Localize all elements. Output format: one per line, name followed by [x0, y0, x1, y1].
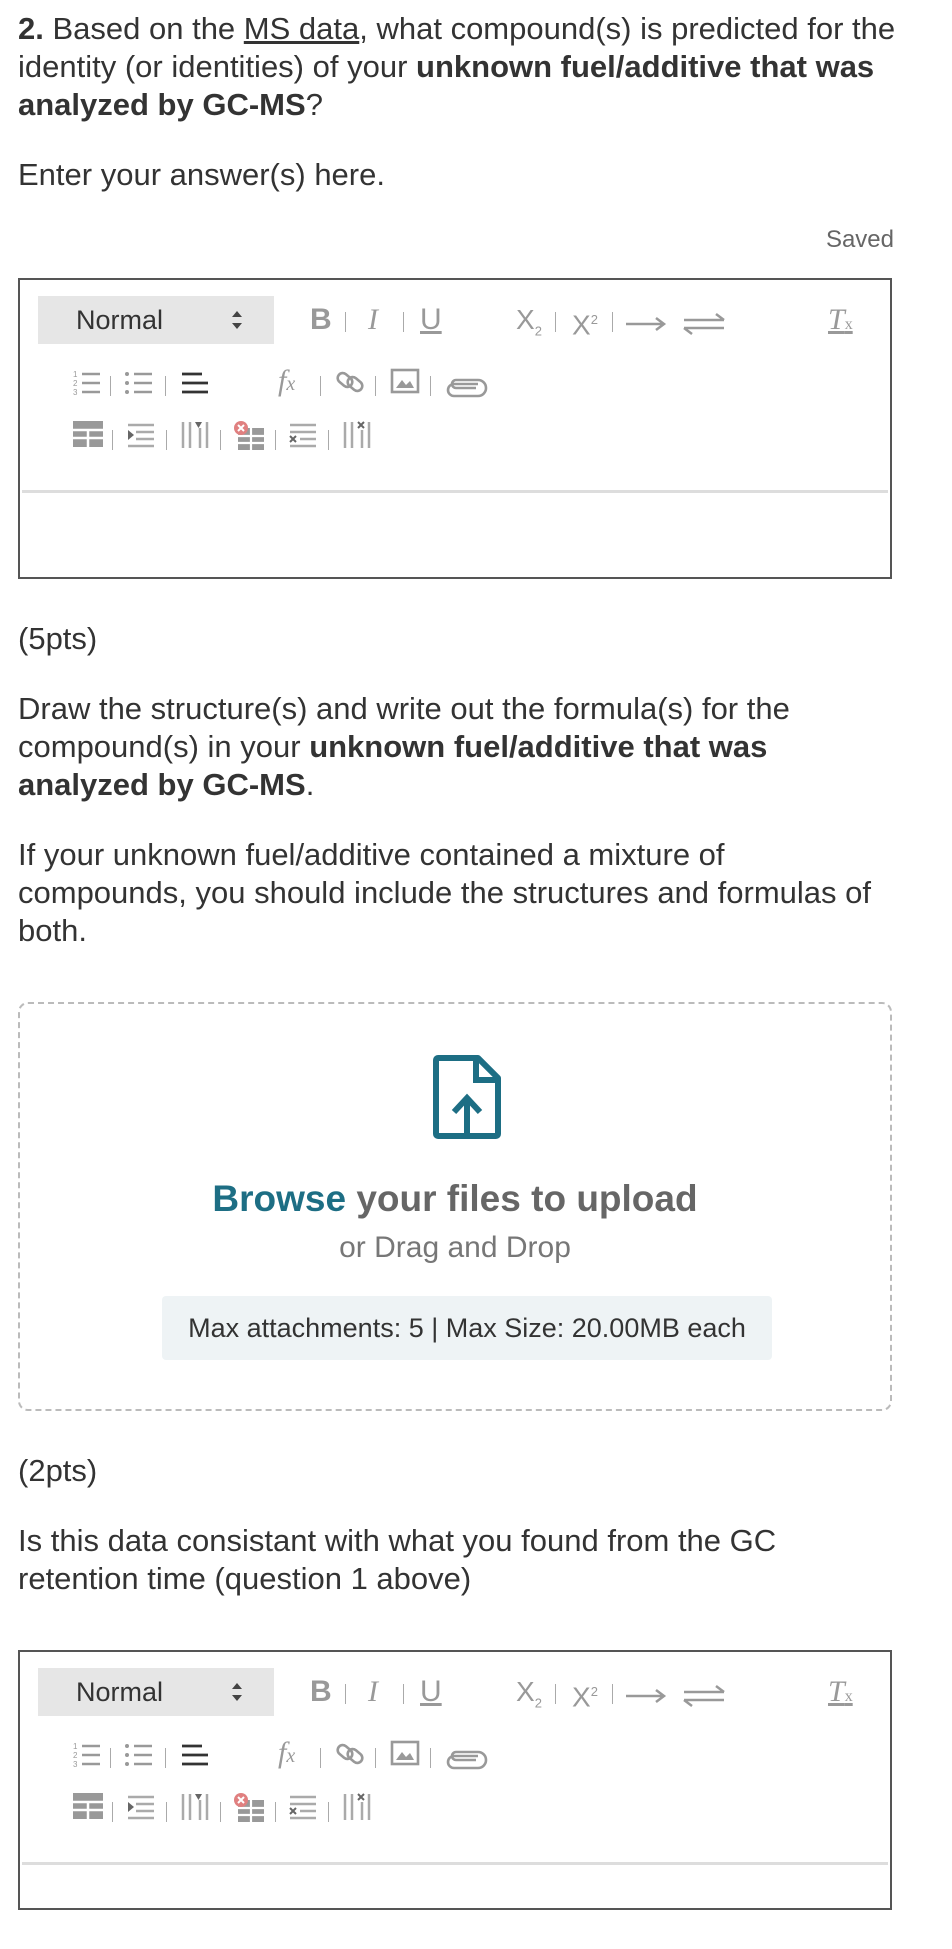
- select-arrows-icon: [232, 1683, 242, 1701]
- drag-drop-text: or Drag and Drop: [339, 1231, 571, 1264]
- table-icon[interactable]: [72, 420, 104, 448]
- clear-format-icon[interactable]: Tx: [828, 1677, 853, 1712]
- instruction: Enter your answer(s) here.: [18, 157, 385, 192]
- page: 2. Based on the MS data, what compound(s…: [0, 0, 952, 1910]
- superscript-icon[interactable]: X2: [572, 305, 598, 340]
- editor-toolbar: Normal B I U X2 X2 Tx 123 fx: [20, 1652, 890, 1862]
- saved-status: Saved: [825, 226, 894, 253]
- upload-title-text: your files to upload: [346, 1178, 698, 1219]
- formula-icon[interactable]: fx: [278, 1738, 295, 1771]
- upload-limits: Max attachments: 5 | Max Size: 20.00MB e…: [162, 1296, 772, 1360]
- italic-icon[interactable]: I: [368, 1677, 378, 1707]
- arrow-icon[interactable]: [624, 314, 668, 334]
- formula-icon[interactable]: fx: [278, 366, 295, 399]
- ordered-list-icon[interactable]: 123: [72, 368, 102, 398]
- format-select-value: Normal: [76, 1676, 164, 1707]
- table-icon[interactable]: [72, 1792, 104, 1820]
- svg-text:2: 2: [73, 379, 78, 388]
- draw-instruction: Draw the structure(s) and write out the …: [18, 690, 898, 804]
- browse-link[interactable]: Browse: [212, 1178, 346, 1219]
- points-label: (5pts): [18, 621, 98, 656]
- subscript-icon[interactable]: X2: [516, 1677, 542, 1719]
- bold-icon[interactable]: B: [310, 1677, 332, 1707]
- file-dropzone[interactable]: Browse your files to upload or Drag and …: [18, 1002, 892, 1411]
- arrow-icon[interactable]: [624, 1686, 668, 1706]
- delete-row-icon[interactable]: [288, 1794, 318, 1822]
- delete-column-icon[interactable]: [342, 1792, 372, 1822]
- bold-icon[interactable]: B: [310, 305, 332, 335]
- attachment-icon[interactable]: [444, 376, 488, 400]
- subscript-icon[interactable]: X2: [516, 305, 542, 347]
- link-icon[interactable]: [334, 1738, 366, 1770]
- editor-text-area[interactable]: [22, 1862, 888, 1949]
- delete-table-icon[interactable]: [232, 1792, 266, 1824]
- answer-editor-2[interactable]: Normal B I U X2 X2 Tx 123 fx: [18, 1650, 892, 1910]
- italic-icon[interactable]: I: [368, 305, 378, 335]
- equilibrium-arrow-icon[interactable]: [680, 1682, 728, 1710]
- align-icon[interactable]: [180, 1740, 210, 1770]
- question-number: 2.: [18, 11, 44, 46]
- select-arrows-icon: [232, 311, 242, 329]
- editor-toolbar: Normal B I U X2 X2 Tx 123 fx: [20, 280, 890, 490]
- question-2: 2. Based on the MS data, what compound(s…: [18, 10, 898, 124]
- insert-column-icon[interactable]: [180, 1792, 210, 1822]
- unordered-list-icon[interactable]: [124, 1740, 154, 1770]
- format-select[interactable]: Normal: [38, 296, 274, 344]
- ms-data-link[interactable]: MS data: [244, 11, 359, 46]
- consistency-question: Is this data consistant with what you fo…: [18, 1523, 777, 1596]
- insert-row-icon[interactable]: [126, 1794, 156, 1822]
- insert-row-icon[interactable]: [126, 422, 156, 450]
- link-icon[interactable]: [334, 366, 366, 398]
- delete-table-icon[interactable]: [232, 420, 266, 452]
- delete-column-icon[interactable]: [342, 420, 372, 450]
- clear-format-icon[interactable]: Tx: [828, 305, 853, 340]
- image-icon[interactable]: [390, 1740, 420, 1768]
- unordered-list-icon[interactable]: [124, 368, 154, 398]
- upload-title: Browse your files to upload: [20, 1178, 890, 1220]
- answer-editor[interactable]: Normal B I U X2 X2 Tx 123 fx: [18, 278, 892, 579]
- svg-text:3: 3: [73, 1760, 78, 1769]
- mixture-note: If your unknown fuel/additive contained …: [18, 837, 871, 948]
- equilibrium-arrow-icon[interactable]: [680, 310, 728, 338]
- superscript-icon[interactable]: X2: [572, 1677, 598, 1712]
- svg-text:2: 2: [73, 1751, 78, 1760]
- draw-text: .: [305, 767, 315, 802]
- delete-row-icon[interactable]: [288, 422, 318, 450]
- file-upload-icon: [433, 1055, 501, 1139]
- svg-text:1: 1: [73, 370, 78, 379]
- question-text: Based on the: [43, 11, 244, 46]
- format-select-value: Normal: [76, 304, 164, 335]
- image-icon[interactable]: [390, 368, 420, 396]
- ordered-list-icon[interactable]: 123: [72, 1740, 102, 1770]
- question-text: ?: [305, 87, 323, 122]
- editor-text-area[interactable]: [22, 490, 888, 577]
- align-icon[interactable]: [180, 368, 210, 398]
- points-label: (2pts): [18, 1453, 98, 1488]
- svg-text:3: 3: [73, 388, 78, 397]
- insert-column-icon[interactable]: [180, 420, 210, 450]
- format-select[interactable]: Normal: [38, 1668, 274, 1716]
- svg-text:1: 1: [73, 1742, 78, 1751]
- attachment-icon[interactable]: [444, 1748, 488, 1772]
- underline-icon[interactable]: U: [420, 305, 442, 335]
- underline-icon[interactable]: U: [420, 1677, 442, 1707]
